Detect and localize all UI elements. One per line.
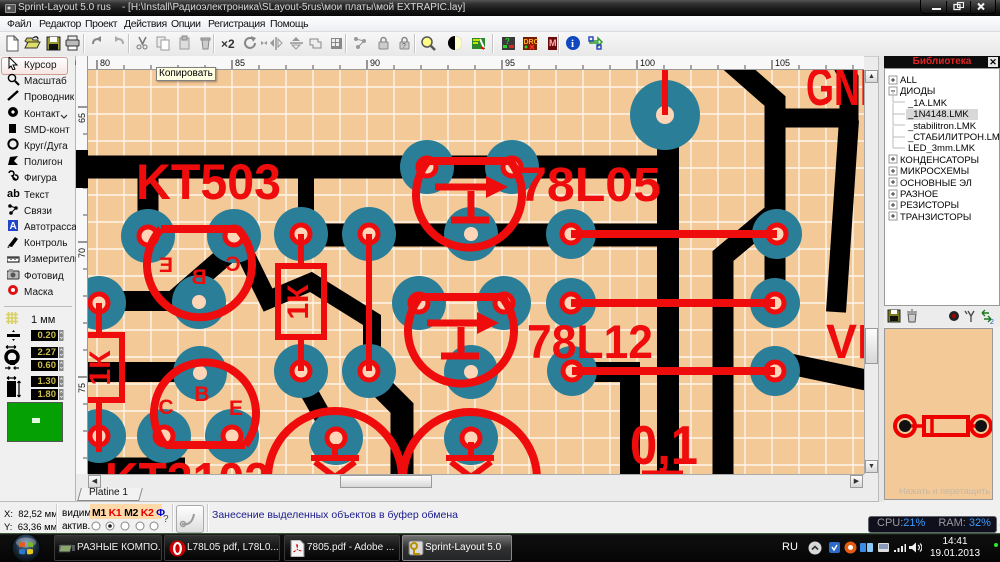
svg-text:_СТАБИЛИТРОН.LMK: _СТАБИЛИТРОН.LMK [907,132,1000,143]
svg-text:KT3102: KT3102 [105,454,270,474]
svg-text:70: 70 [77,248,87,258]
svg-text:ALL: ALL [900,75,917,86]
svg-text:i: i [571,38,574,50]
svg-text:0,1: 0,1 [630,414,698,474]
svg-text:M: M [549,38,557,48]
svg-text:В: В [191,266,206,289]
svg-text:КОНДЕНСАТОРЫ: КОНДЕНСАТОРЫ [900,155,979,166]
svg-text:?: ? [505,37,510,46]
svg-text:100: 100 [640,58,655,68]
svg-text:LED_3mm.LMK: LED_3mm.LMK [908,143,976,154]
svg-text:_stabilitron.LMK: _stabilitron.LMK [907,121,977,132]
svg-text:ОСНОВНЫЕ ЭЛ: ОСНОВНЫЕ ЭЛ [900,178,972,189]
svg-text:80: 80 [100,58,110,68]
svg-text:РЕЗИСТОРЫ: РЕЗИСТОРЫ [900,200,959,211]
svg-text:78L12: 78L12 [527,315,653,368]
svg-text:?: ? [402,43,406,50]
svg-text:_1N4148.LMK: _1N4148.LMK [907,109,969,120]
svg-text:A: A [10,221,17,232]
svg-text:МИКРОСХЕМЫ: МИКРОСХЕМЫ [900,166,969,177]
svg-text:1К: 1К [88,350,117,386]
svg-text:95: 95 [505,58,515,68]
svg-text:ТРАНЗИСТОРЫ: ТРАНЗИСТОРЫ [900,212,971,223]
svg-text:В: В [194,383,209,406]
svg-text:65: 65 [77,113,87,123]
svg-text:90: 90 [370,58,380,68]
svg-text:85: 85 [235,58,245,68]
svg-text:С: С [158,396,173,419]
svg-text:78L05: 78L05 [519,159,661,212]
svg-text:KT503: KT503 [136,154,281,210]
svg-text:2: 2 [990,319,994,326]
svg-text:×2: ×2 [221,37,235,51]
svg-text:РАЗНОЕ: РАЗНОЕ [900,189,938,200]
svg-text:Е: Е [229,397,243,420]
svg-text:1К: 1К [282,284,315,320]
svg-text:GND: GND [806,70,864,117]
svg-text:ab|: ab| [7,188,20,200]
svg-text:75: 75 [77,383,87,393]
svg-text:С: С [225,253,240,276]
svg-text:VP: VP [826,316,864,369]
svg-text:ДИОДЫ: ДИОДЫ [900,86,935,97]
svg-text:105: 105 [775,58,790,68]
svg-text:Е: Е [159,254,173,277]
svg-text:_1A.LMK: _1A.LMK [907,98,948,109]
